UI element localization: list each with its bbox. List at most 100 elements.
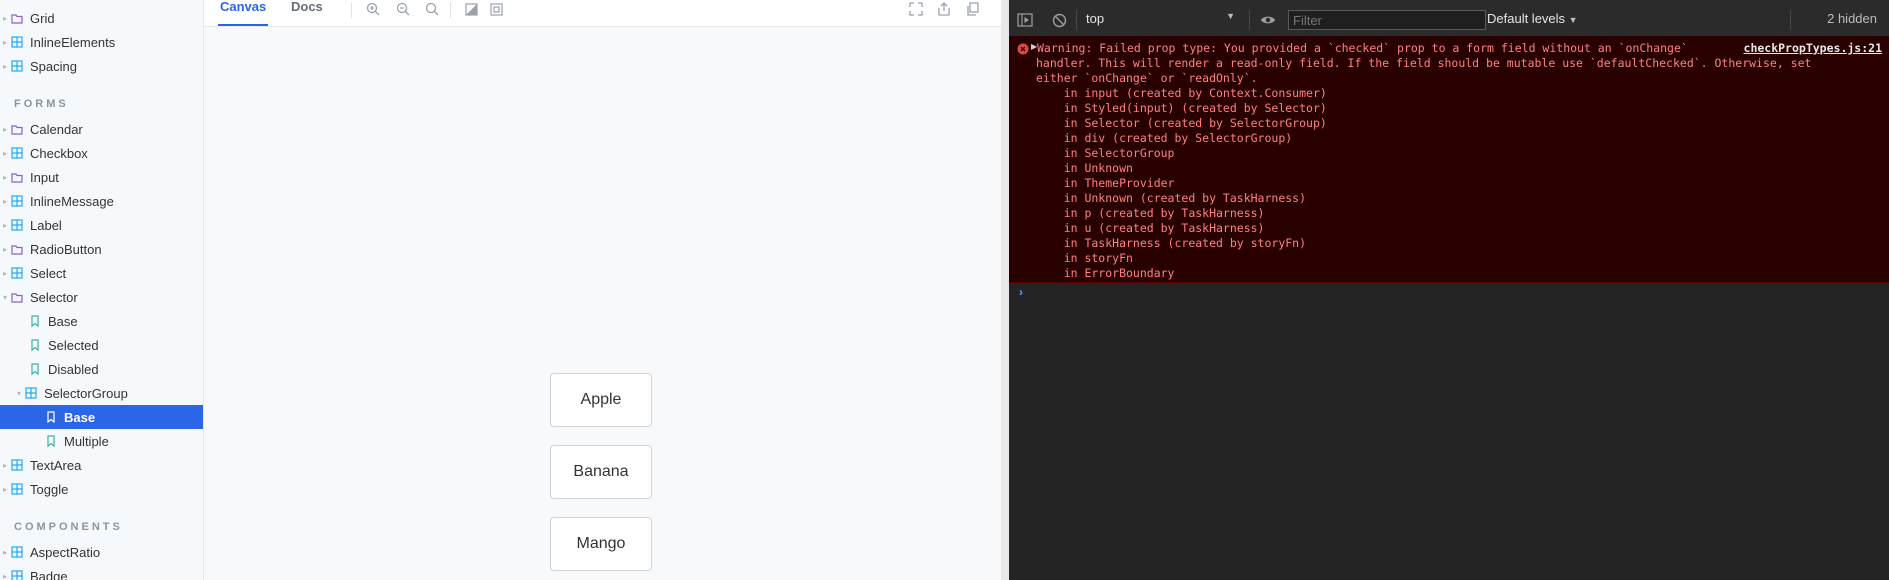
chevron-right-icon: ▸ <box>2 124 7 134</box>
sidebar-story-selected[interactable]: Selected <box>0 333 203 357</box>
sidebar-toggle-icon[interactable] <box>1017 12 1033 28</box>
toolbar-divider <box>1076 10 1077 30</box>
sidebar: ▸ Grid ▸ InlineElements ▸ Spacing FORMS … <box>0 0 204 580</box>
bookmark-icon <box>28 314 42 328</box>
context-select[interactable]: top ▼ <box>1086 11 1241 29</box>
component-icon <box>10 569 24 580</box>
stack-line: in Styled(input) (created by Selector) <box>1036 101 1327 115</box>
caret-down-icon: ▼ <box>1568 15 1578 25</box>
selector-option-mango[interactable]: Mango <box>550 517 652 571</box>
chevron-right-icon: ▸ <box>2 547 7 557</box>
zoom-in-icon[interactable] <box>366 2 380 16</box>
sidebar-item-label: Base <box>64 409 96 425</box>
component-icon <box>10 59 24 73</box>
sidebar-item-calendar[interactable]: ▸ Calendar <box>0 117 203 141</box>
error-source-link[interactable]: checkPropTypes.js:21 <box>1744 41 1882 55</box>
sidebar-item-label: Label <box>30 217 62 233</box>
sidebar-item-label: Selected <box>48 337 99 353</box>
chevron-right-icon: ▸ <box>2 268 7 278</box>
component-icon <box>10 146 24 160</box>
sidebar-story-base[interactable]: Base <box>0 309 203 333</box>
sidebar-item-label: Spacing <box>30 58 77 74</box>
sidebar-item-select[interactable]: ▸ Select <box>0 261 203 285</box>
sidebar-story-base-selected[interactable]: Base <box>0 405 203 429</box>
sidebar-item-textarea[interactable]: ▸ TextArea <box>0 453 203 477</box>
sidebar-item-label: Input <box>30 169 59 185</box>
chevron-right-icon: ▸ <box>2 460 7 470</box>
folder-icon <box>10 170 24 184</box>
panel-splitter[interactable] <box>1001 0 1009 580</box>
chevron-right-icon: ▸ <box>2 484 7 494</box>
sidebar-item-selector[interactable]: ▾ Selector <box>0 285 203 309</box>
stack-line: in ErrorBoundary <box>1036 266 1175 280</box>
chevron-right-icon: ▸ <box>2 220 7 230</box>
sidebar-item-input[interactable]: ▸ Input <box>0 165 203 189</box>
canvas-area: Canvas Docs Apple Banana Mango <box>204 0 1001 580</box>
sidebar-item-label: Base <box>48 313 78 329</box>
section-heading-forms: FORMS <box>14 98 69 110</box>
stack-line: in TaskHarness (created by storyFn) <box>1036 236 1307 250</box>
sidebar-item-aspectratio[interactable]: ▸ AspectRatio <box>0 540 203 564</box>
sidebar-story-disabled[interactable]: Disabled <box>0 357 203 381</box>
component-icon <box>10 482 24 496</box>
sidebar-story-multiple[interactable]: Multiple <box>0 429 203 453</box>
component-icon <box>10 266 24 280</box>
chevron-right-icon: ▸ <box>2 172 7 182</box>
console-toolbar: top ▼ Default levels ▼ 2 hidden <box>1009 0 1889 37</box>
sidebar-item-label: InlineMessage <box>30 193 114 209</box>
open-new-tab-icon[interactable] <box>937 2 951 16</box>
error-icon <box>1017 42 1029 55</box>
bookmark-icon <box>44 434 58 448</box>
chevron-right-icon: ▸ <box>2 196 7 206</box>
sidebar-item-label: Disabled <box>48 361 99 377</box>
bookmark-icon <box>44 410 58 424</box>
component-icon <box>10 35 24 49</box>
sidebar-item-toggle[interactable]: ▸ Toggle <box>0 477 203 501</box>
chevron-down-icon: ▾ <box>2 292 7 302</box>
eye-icon[interactable] <box>1260 12 1276 28</box>
sidebar-item-badge[interactable]: ▸ Badge <box>0 564 203 580</box>
sidebar-item-label-component[interactable]: ▸ Label <box>0 213 203 237</box>
toolbar-divider <box>1249 10 1250 30</box>
stack-line: in storyFn <box>1036 251 1133 265</box>
tab-canvas[interactable]: Canvas <box>218 0 269 26</box>
zoom-reset-icon[interactable] <box>425 2 439 16</box>
clear-console-icon[interactable] <box>1051 12 1067 28</box>
component-icon <box>10 545 24 559</box>
component-icon <box>10 218 24 232</box>
stack-line: in u (created by TaskHarness) <box>1036 221 1265 235</box>
sidebar-item-label: Toggle <box>30 481 69 497</box>
sidebar-item-checkbox[interactable]: ▸ Checkbox <box>0 141 203 165</box>
selector-option-apple[interactable]: Apple <box>550 373 652 427</box>
copy-link-icon[interactable] <box>966 2 980 16</box>
caret-down-icon: ▼ <box>1226 11 1235 21</box>
chevron-right-icon: ▸ <box>2 148 7 158</box>
sidebar-item-grid[interactable]: ▸ Grid <box>0 6 203 30</box>
fullscreen-icon[interactable] <box>909 2 923 16</box>
chevron-right-icon: ▸ <box>2 571 7 580</box>
log-levels-dropdown[interactable]: Default levels ▼ <box>1487 11 1578 26</box>
filter-input[interactable] <box>1288 10 1486 30</box>
sidebar-item-label: InlineElements <box>30 34 116 50</box>
stack-line: in input (created by Context.Consumer) <box>1036 86 1327 100</box>
sidebar-item-radiobutton[interactable]: ▸ RadioButton <box>0 237 203 261</box>
folder-icon <box>10 290 24 304</box>
selector-option-banana[interactable]: Banana <box>550 445 652 499</box>
sidebar-item-spacing[interactable]: ▸ Spacing <box>0 54 203 78</box>
log-levels-label: Default levels <box>1487 11 1566 26</box>
hidden-messages-count[interactable]: 2 hidden <box>1827 11 1877 26</box>
zoom-out-icon[interactable] <box>396 2 410 16</box>
chevron-right-icon: ▸ <box>2 37 7 47</box>
grid-icon[interactable] <box>489 2 503 16</box>
sidebar-item-selectorgroup[interactable]: ▾ SelectorGroup <box>0 381 203 405</box>
console-prompt[interactable]: › <box>1019 285 1023 299</box>
sidebar-item-label: Badge <box>30 568 68 580</box>
background-icon[interactable] <box>464 2 478 16</box>
tab-docs[interactable]: Docs <box>291 0 323 24</box>
sidebar-item-label: AspectRatio <box>30 544 101 560</box>
bookmark-icon <box>28 338 42 352</box>
sidebar-item-inlinemessage[interactable]: ▸ InlineMessage <box>0 189 203 213</box>
stack-line: in ThemeProvider <box>1036 176 1175 190</box>
component-icon <box>10 458 24 472</box>
sidebar-item-inlineelements[interactable]: ▸ InlineElements <box>0 30 203 54</box>
